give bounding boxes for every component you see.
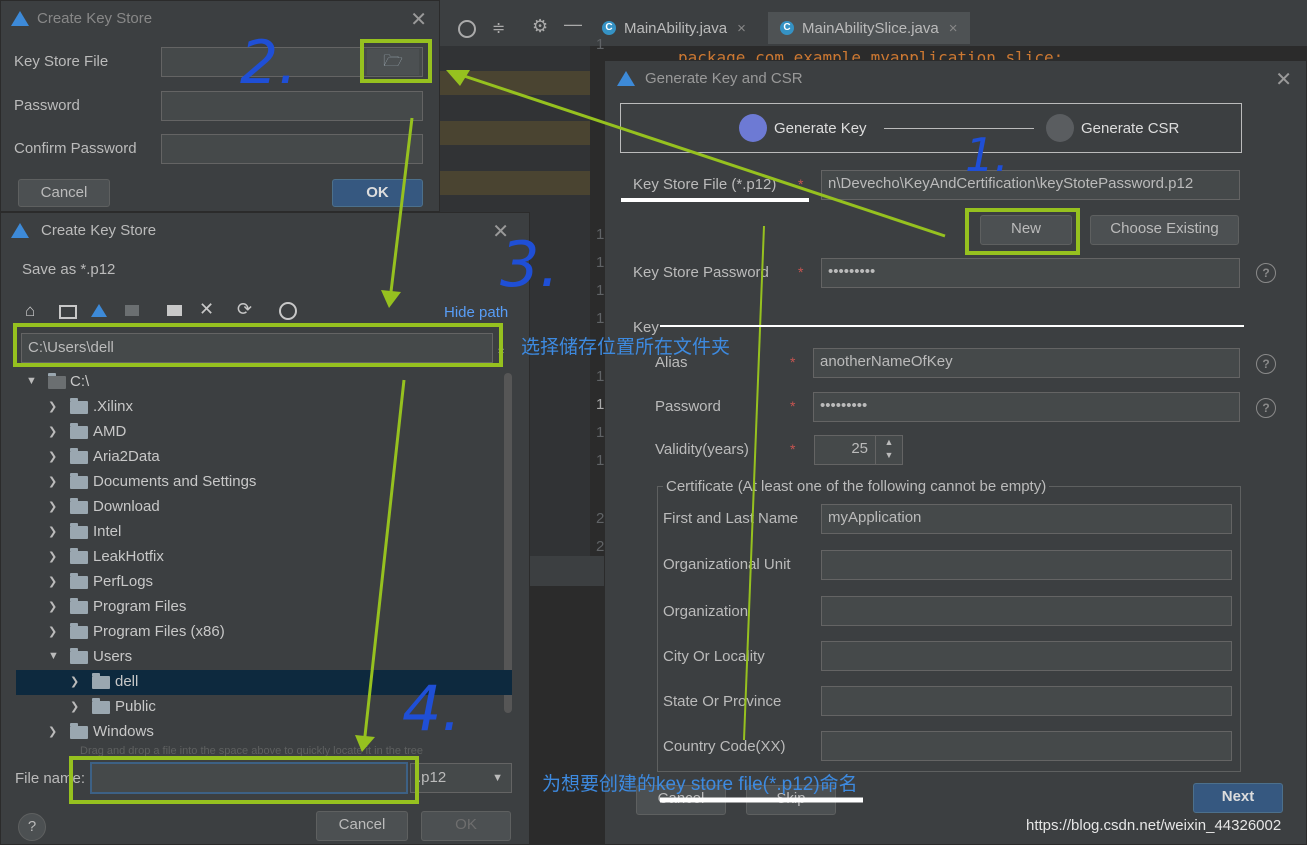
watermark: https://blog.csdn.net/weixin_44326002 [1026,817,1282,834]
annotation-step-3: 3. [500,228,560,301]
annotation-step-1: 1. [965,128,1009,182]
annotation-arrows [355,70,1244,803]
highlight-box-new [965,208,1080,255]
arrow-line [388,117,414,301]
arrow-head [355,735,375,752]
annotation-step-4: 4. [402,672,462,745]
arrow-line [451,70,946,238]
annotation-name-file: 为想要创建的key store file(*.p12)命名 [542,774,858,795]
arrow-head [381,290,401,308]
highlight-box-filename [69,756,419,804]
arrow-line [362,379,406,746]
highlight-box-path [13,323,503,367]
annotation-choose-folder: 选择储存位置所在文件夹 [521,337,731,358]
annotation-step-2: 2. [240,28,298,98]
arrow-line [743,225,765,741]
highlight-box-browse [360,39,432,83]
